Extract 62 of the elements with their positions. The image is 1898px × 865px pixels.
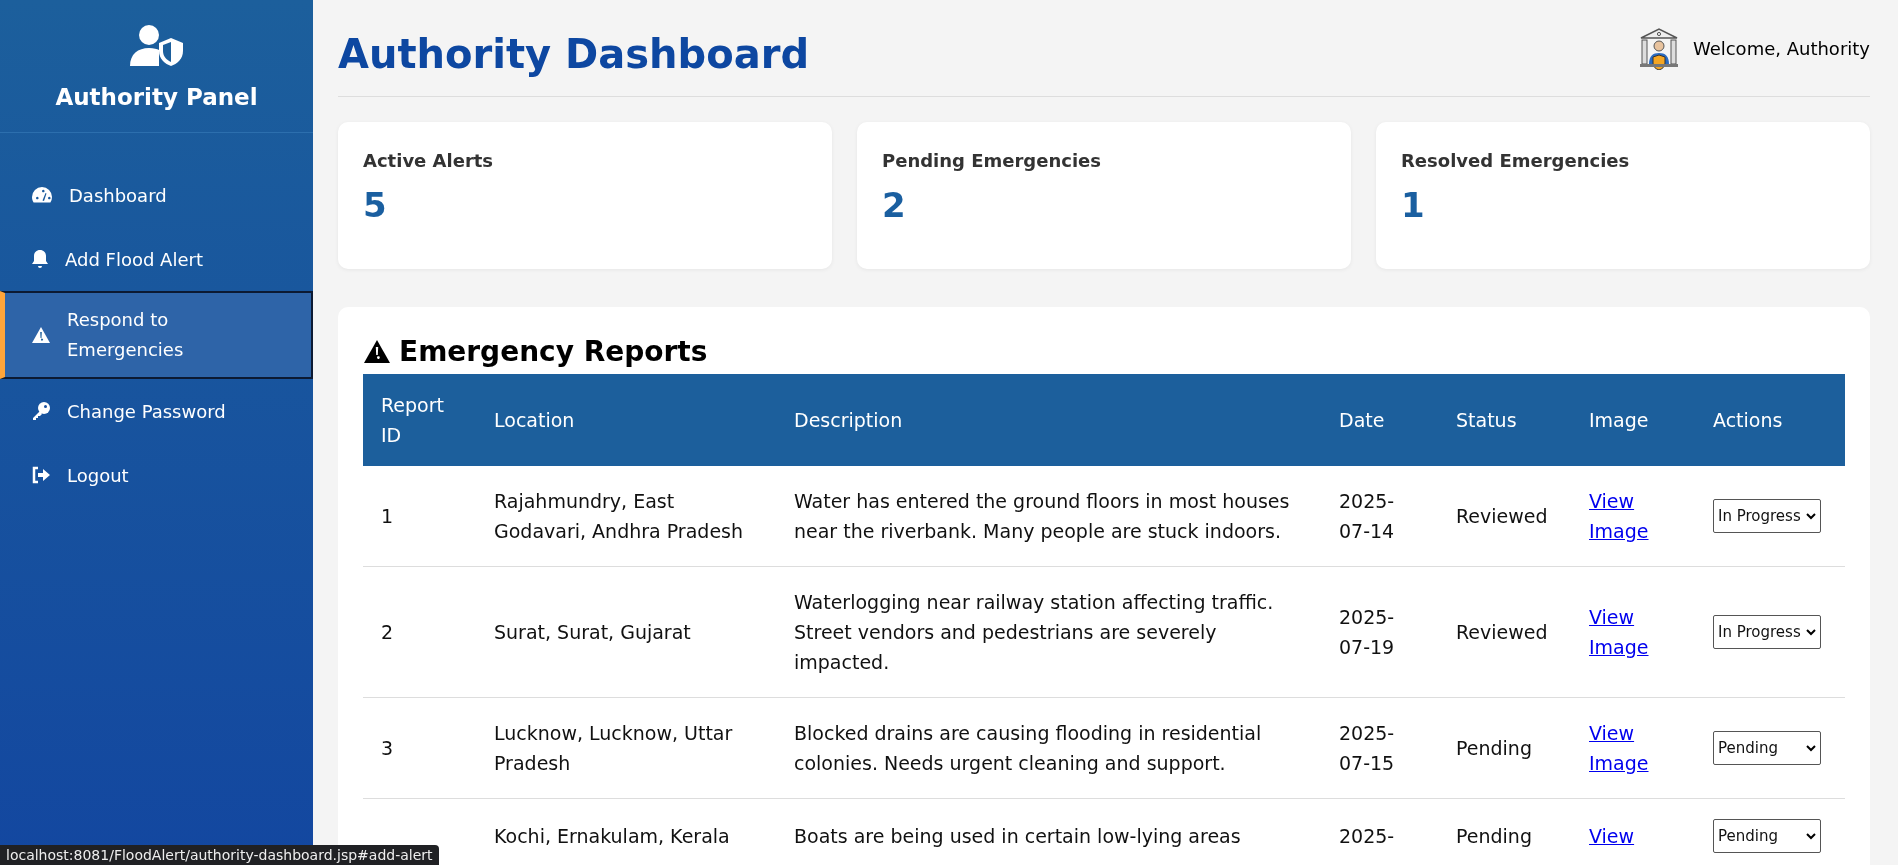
page-title: Authority Dashboard (338, 31, 809, 77)
table-cell: Lucknow, Lucknow, Uttar Pradesh (476, 697, 776, 799)
column-header: Image (1571, 374, 1695, 466)
table-cell: Pending (1438, 798, 1571, 865)
sidebar-item[interactable]: Dashboard (0, 163, 313, 227)
column-header: Report ID (363, 374, 476, 466)
section-title: Emergency Reports (399, 335, 708, 368)
stat-label: Active Alerts (363, 150, 495, 171)
view-image-link[interactable]: View Image (1589, 718, 1677, 778)
gauge-icon (31, 186, 53, 204)
table-cell: Reviewed (1438, 566, 1571, 698)
warning-icon (363, 339, 391, 364)
panel-title: Authority Panel (55, 84, 258, 110)
logout-icon (31, 466, 51, 484)
table-cell: 2025-07-14 (1321, 466, 1438, 567)
sidebar-item[interactable]: Change Password (0, 379, 313, 443)
table-cell: Water has entered the ground floors in most houses near the riverbank. Many people are stuck indoors. (776, 466, 1321, 567)
table-cell: Kochi, Ernakulam, Kerala (476, 798, 776, 865)
view-image-link[interactable]: View (1589, 821, 1635, 851)
status-dropdown[interactable]: In Progress (1713, 499, 1821, 533)
table-cell: Blocked drains are causing flooding in residential colonies. Needs urgent cleaning and support. (776, 697, 1321, 799)
authority-avatar-icon (1638, 26, 1679, 70)
status-dropdown[interactable]: In Progress (1713, 615, 1821, 649)
welcome-text: Welcome, Authority (1692, 37, 1870, 59)
column-header: Description (776, 374, 1321, 466)
chevron-down-icon (1806, 832, 1816, 840)
view-image-link[interactable]: View Image (1589, 486, 1677, 546)
table-cell: 2025-07-15 (1321, 697, 1438, 799)
status-bar-url: localhost:8081/FloodAlert/authority-dashboard.jsp#add-alert (0, 845, 439, 865)
warning-icon (31, 326, 51, 344)
column-header: Status (1438, 374, 1571, 466)
bell-icon (31, 249, 49, 269)
stat-label: Resolved Emergencies (1401, 150, 1631, 171)
status-dropdown[interactable]: Pending (1713, 819, 1821, 853)
sidebar-item[interactable]: Respond to Emergencies (0, 291, 313, 379)
table-cell: Surat, Surat, Gujarat (476, 566, 776, 698)
table-cell: 2025-07-19 (1321, 566, 1438, 698)
sidebar-item[interactable]: Add Flood Alert (0, 227, 313, 291)
sidebar-item[interactable]: Logout (0, 443, 313, 507)
table-cell: 2025- (1321, 798, 1438, 865)
user-shield-icon (129, 24, 184, 66)
chevron-down-icon (1806, 512, 1816, 520)
key-icon (31, 401, 51, 421)
table-cell: 2 (363, 566, 476, 698)
table-cell: Rajahmundry, East Godavari, Andhra Pradesh (476, 466, 776, 567)
column-header: Location (476, 374, 776, 466)
table-cell: Reviewed (1438, 466, 1571, 567)
stat-value: 5 (363, 185, 388, 225)
column-header: Actions (1695, 374, 1845, 466)
stat-value: 2 (882, 185, 907, 225)
status-dropdown[interactable]: Pending (1713, 731, 1821, 765)
table-cell: Pending (1438, 697, 1571, 799)
chevron-down-icon (1806, 628, 1816, 636)
chevron-down-icon (1806, 744, 1816, 752)
view-image-link[interactable]: View Image (1589, 602, 1677, 662)
stat-value: 1 (1401, 185, 1426, 225)
table-cell: 3 (363, 697, 476, 799)
stat-label: Pending Emergencies (882, 150, 1103, 171)
table-cell: 1 (363, 466, 476, 567)
table-cell: Waterlogging near railway station affecting traffic. Street vendors and pedestrians are severely impacted. (776, 566, 1321, 698)
column-header: Date (1321, 374, 1438, 466)
table-cell: Boats are being used in certain low-lying areas (776, 798, 1321, 865)
